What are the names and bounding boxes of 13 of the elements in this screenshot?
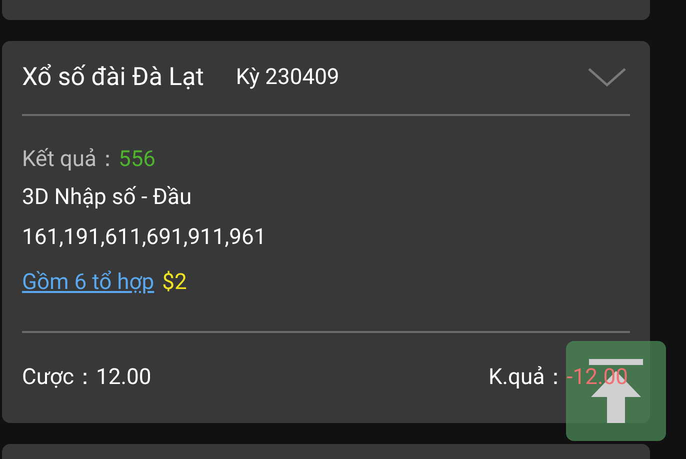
period-number: Kỳ 230409	[236, 64, 340, 92]
lottery-title: Xổ số đài Đà Lạt	[22, 62, 204, 94]
chevron-down-icon[interactable]	[588, 68, 626, 88]
bet-numbers: 161,191,611,691,911,961	[22, 224, 268, 252]
outcome-label: K.quả：	[488, 364, 567, 392]
combination-price: $2	[162, 269, 187, 297]
result-value: 556	[118, 146, 156, 174]
bet-amount: 12.00	[96, 364, 152, 392]
combinations-link[interactable]: Gồm 6 tổ hợp	[22, 258, 154, 308]
back-to-top-button[interactable]	[566, 341, 666, 441]
bet-type: 3D Nhập số - Đầu	[22, 184, 193, 212]
result-label: Kết quả：	[22, 146, 118, 174]
bet-label: Cược：	[22, 364, 96, 392]
